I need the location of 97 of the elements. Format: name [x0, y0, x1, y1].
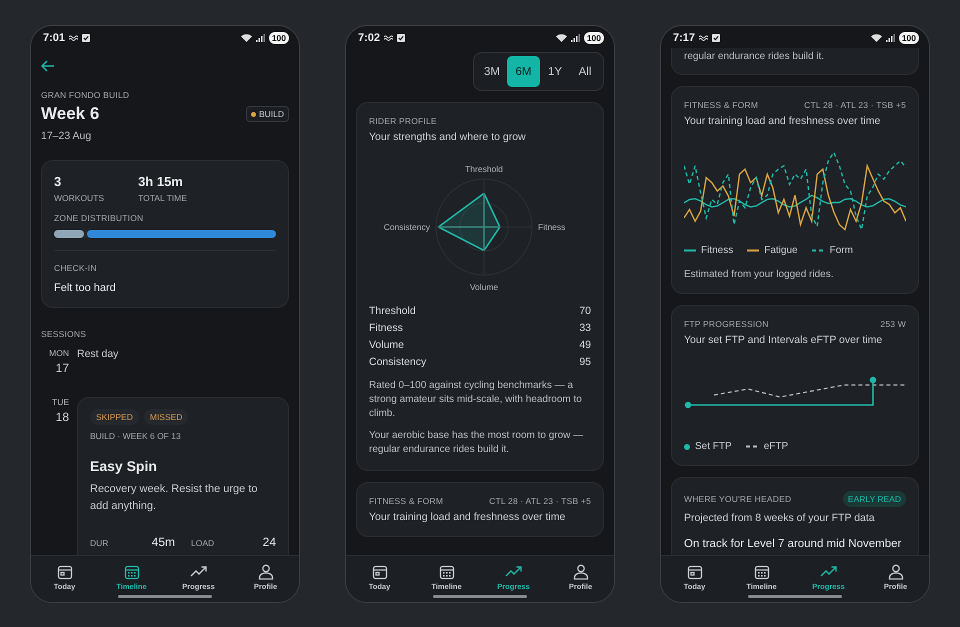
status-time: 7:01: [43, 32, 66, 44]
signal-icon: [570, 34, 580, 42]
workout-meta: BUILD · WEEK 6 OF 13: [90, 431, 182, 441]
card-eyebrow: RIDER PROFILE: [369, 116, 438, 126]
card-subtitle: Your training load and freshness over time: [369, 511, 566, 523]
ftp-value: 253 W: [880, 319, 906, 329]
wave-icon: [69, 35, 78, 41]
metric-summary: CTL 28 · ATL 23 · TSB +5: [804, 100, 906, 110]
battery-level: 100: [584, 32, 604, 44]
stat-value: 3: [54, 174, 62, 189]
legend-label: Fitness: [701, 245, 734, 256]
range-tab[interactable]: 3M: [477, 56, 507, 87]
calendar-icon: [686, 564, 702, 580]
legend-label: Set FTP: [695, 441, 732, 452]
person-icon: [258, 564, 274, 580]
note-text: Rated 0–100 against cycling benchmarks — a strong amateur sits mid-scale, with headroom to climb.: [369, 379, 583, 421]
week-dates: 17–23 Aug: [41, 130, 92, 142]
card-subtitle: Your strengths and where to grow: [369, 131, 527, 143]
score-label: Fitness: [369, 321, 403, 336]
stat-value: 3h 15m: [138, 174, 184, 189]
person-icon: [888, 564, 904, 580]
calendar-grid-icon: [124, 564, 140, 580]
metric-label: LOAD: [191, 538, 214, 548]
card-subtitle: Your set FTP and Intervals eFTP over time: [684, 334, 884, 346]
weekday: MON: [48, 348, 69, 358]
sessions-heading: SESSIONS: [41, 329, 88, 339]
calendar-icon: [56, 564, 72, 580]
score-value: 33: [579, 321, 591, 336]
plan-name: GRAN FONDO BUILD: [41, 90, 130, 100]
axis-label: Consistency: [384, 222, 430, 232]
check-icon: [712, 34, 720, 42]
footnote: Estimated from your logged rides.: [684, 269, 835, 280]
week-title: Week 6: [41, 104, 100, 124]
card-subtitle: Your training load and freshness over time: [684, 115, 882, 127]
stat-label: TOTAL TIME: [138, 193, 187, 203]
calendar-grid-icon: [754, 564, 770, 580]
metric-label: DUR: [90, 538, 108, 548]
score-label: Volume: [369, 338, 404, 353]
checkin-label: CHECK-IN: [54, 263, 98, 273]
status-tag: SKIPPED: [90, 409, 139, 425]
calendar-grid-icon: [438, 564, 454, 580]
checkin-value: Felt too hard: [54, 282, 117, 294]
radar-shape: [436, 192, 501, 252]
wifi-icon: [556, 34, 567, 42]
day-number: 18: [54, 410, 69, 424]
phase-label: BUILD: [258, 109, 284, 119]
card-eyebrow: FTP PROGRESSION: [684, 319, 769, 329]
status-time: 7:02: [358, 32, 380, 44]
workout-description: Recovery week. Resist the urge to add anything.: [90, 482, 259, 514]
battery-level: 100: [898, 32, 919, 44]
projection-headline: On track for Level 7 around mid November: [684, 538, 902, 550]
back-button[interactable]: [41, 60, 57, 72]
metric-value: 45m: [152, 535, 175, 549]
score-value: 95: [579, 355, 591, 370]
day-number: 17: [54, 361, 69, 375]
range-tab[interactable]: 1Y: [540, 56, 570, 87]
status-tag: MISSED: [144, 409, 188, 425]
score-label: Consistency: [369, 355, 426, 370]
check-icon: [82, 34, 90, 42]
wifi-icon: [870, 34, 882, 42]
card-text: regular endurance rides build it.: [684, 50, 826, 64]
signal-icon: [256, 34, 265, 42]
card-eyebrow: WHERE YOU'RE HEADED: [684, 494, 792, 504]
battery-level: 100: [268, 32, 289, 44]
weekday: TUE: [51, 397, 69, 407]
range-tab[interactable]: 6M: [507, 56, 540, 87]
note-text: Your aerobic base has the most room to grow — regular endurance rides build it.: [369, 429, 584, 457]
rest-day-text: Rest day: [77, 348, 118, 362]
check-icon: [397, 34, 406, 42]
status-time: 7:17: [673, 32, 696, 44]
workout-title: Easy Spin: [90, 458, 158, 474]
metric-value: 24: [262, 535, 276, 549]
axis-label: Threshold: [465, 164, 503, 174]
axis-label: Volume: [470, 282, 498, 292]
legend-label: Form: [830, 245, 853, 256]
person-icon: [572, 564, 588, 580]
card-eyebrow: FITNESS & FORM: [684, 100, 758, 110]
workout-card[interactable]: SKIPPED MISSED BUILD · WEEK 6 OF 13 Easy Spin Recovery week. Resist the urge to add anything. DUR 45m LOAD 24: [77, 397, 289, 555]
stat-label: WORKOUTS: [54, 193, 104, 203]
range-tab[interactable]: All: [570, 56, 600, 87]
status-badge: EARLY READ: [842, 491, 906, 507]
arrow-left-icon: [41, 60, 55, 72]
legend-label: eFTP: [764, 441, 788, 452]
score-value: 70: [579, 304, 591, 319]
zone-label: ZONE DISTRIBUTION: [54, 213, 144, 223]
calendar-icon: [372, 564, 388, 580]
card-subtitle: Projected from 8 weeks of your FTP data: [684, 512, 876, 524]
wifi-icon: [240, 34, 252, 42]
axis-label: Fitness: [538, 222, 566, 232]
score-value: 49: [579, 338, 591, 353]
metric-summary: CTL 28 · ATL 23 · TSB +5: [489, 496, 591, 506]
wave-icon: [699, 35, 708, 41]
legend-label: Fatigue: [764, 245, 798, 256]
wave-icon: [384, 35, 394, 41]
card-eyebrow: FITNESS & FORM: [369, 496, 444, 506]
score-label: Threshold: [369, 304, 416, 319]
signal-icon: [886, 34, 895, 42]
